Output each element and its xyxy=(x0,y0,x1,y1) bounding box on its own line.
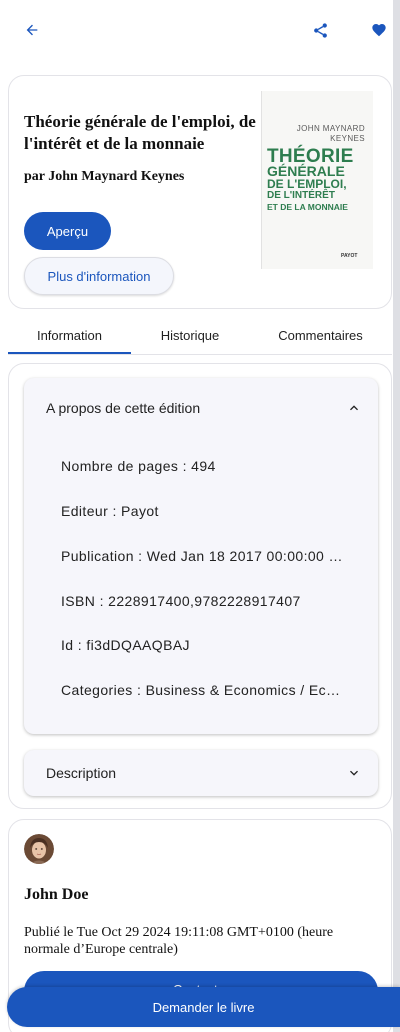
edition-pages: Nombre de pages : 494 xyxy=(61,458,216,474)
edition-publisher: Editeur : Payot xyxy=(61,503,159,519)
cover-author: JOHN MAYNARD KEYNES xyxy=(297,124,365,144)
edition-isbn: ISBN : 2228917400,9782228917407 xyxy=(61,593,301,609)
chevron-down-icon[interactable] xyxy=(346,765,362,781)
request-book-button[interactable]: Demander le livre xyxy=(7,987,400,1027)
heart-icon xyxy=(372,24,386,37)
tab-information[interactable]: Information xyxy=(8,315,131,355)
edition-accordion-header[interactable]: A propos de cette édition xyxy=(46,378,200,438)
active-tab-indicator xyxy=(8,352,131,354)
edition-publication-date: Publication : Wed Jan 18 2017 00:00:00 G… xyxy=(61,548,346,564)
comment-user-name: John Doe xyxy=(24,886,89,903)
book-author: par John Maynard Keynes xyxy=(24,169,185,184)
information-panel: A propos de cette édition Nombre de page… xyxy=(8,363,392,809)
share-icon xyxy=(313,22,327,38)
comment-published-date: Publié le Tue Oct 29 2024 19:11:08 GMT+0… xyxy=(24,925,334,957)
avatar[interactable] xyxy=(24,834,54,864)
arrow-left-icon xyxy=(26,24,38,36)
favorite-button[interactable] xyxy=(361,12,397,48)
scrollbar-track[interactable] xyxy=(393,0,400,1032)
cover-publisher-logo: PAYOT xyxy=(341,253,358,259)
book-title: Théorie générale de l'emploi, de l'intér… xyxy=(24,112,256,153)
cover-title-line-2: GÉNÉRALE xyxy=(267,163,345,179)
tab-history[interactable]: Historique xyxy=(131,315,249,355)
edition-id: Id : fi3dDQAAQBAJ xyxy=(61,637,190,653)
description-accordion[interactable]: Description xyxy=(24,750,378,796)
edition-accordion: A propos de cette édition Nombre de page… xyxy=(24,378,378,734)
book-cover[interactable]: JOHN MAYNARD KEYNES THÉORIE GÉNÉRALE DE … xyxy=(261,91,373,269)
top-app-bar xyxy=(0,0,400,60)
description-accordion-header[interactable]: Description xyxy=(46,750,116,796)
cover-title-line-4: DE L'INTÉRÊT xyxy=(267,190,335,201)
back-button[interactable] xyxy=(14,12,50,48)
tab-bar: Information Historique Commentaires xyxy=(8,315,392,355)
book-summary-card: Théorie générale de l'emploi, de l'intér… xyxy=(8,75,392,309)
tab-comments[interactable]: Commentaires xyxy=(249,315,392,355)
cover-author-line-2: KEYNES xyxy=(330,134,365,143)
cover-author-line-1: JOHN MAYNARD xyxy=(296,124,365,133)
edition-categories: Categories : Business & Economics / Econ… xyxy=(61,682,346,698)
user-avatar-icon xyxy=(24,834,54,864)
share-button[interactable] xyxy=(302,12,338,48)
preview-button[interactable]: Aperçu xyxy=(24,212,111,250)
more-info-button[interactable]: Plus d'information xyxy=(24,257,174,295)
cover-title-line-5: ET DE LA MONNAIE xyxy=(267,202,348,212)
chevron-up-icon[interactable] xyxy=(346,400,362,416)
